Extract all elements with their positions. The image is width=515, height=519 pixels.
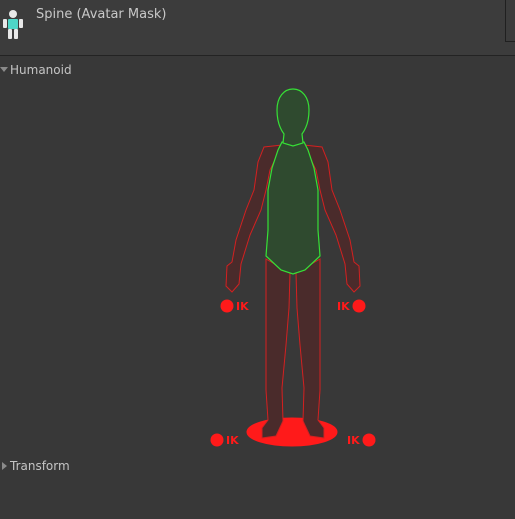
humanoid-foldout[interactable]: Humanoid: [0, 61, 72, 79]
header-side-panel: [505, 0, 515, 42]
svg-text:IK: IK: [236, 300, 249, 313]
left-hand-ik-toggle[interactable]: IK: [220, 299, 250, 314]
inspector-title: Spine (Avatar Mask): [36, 7, 167, 22]
left-foot-ik-toggle[interactable]: IK: [210, 433, 240, 448]
transform-label: Transform: [10, 459, 70, 473]
avatar-mask-inspector: Spine (Avatar Mask) Humanoid IK IK IK IK…: [0, 0, 515, 519]
body-toggle[interactable]: [265, 141, 321, 275]
svg-text:IK: IK: [226, 434, 239, 447]
avatar-mask-icon: [3, 10, 23, 39]
foldout-collapsed-arrow-icon: [2, 462, 7, 470]
transform-foldout[interactable]: Transform: [0, 457, 70, 475]
right-hand-ik-toggle[interactable]: IK: [337, 299, 366, 314]
humanoid-label: Humanoid: [10, 63, 72, 77]
head-toggle[interactable]: [276, 88, 310, 147]
left-leg-toggle[interactable]: [261, 258, 291, 439]
svg-text:IK: IK: [347, 434, 360, 447]
svg-text:IK: IK: [337, 300, 350, 313]
right-foot-ik-toggle[interactable]: IK: [347, 433, 376, 448]
foldout-expanded-arrow-icon: [0, 67, 8, 72]
right-leg-toggle[interactable]: [295, 258, 325, 439]
inspector-header: Spine (Avatar Mask): [0, 0, 515, 56]
avatar-body-figure: IK IK IK IK: [200, 85, 390, 455]
